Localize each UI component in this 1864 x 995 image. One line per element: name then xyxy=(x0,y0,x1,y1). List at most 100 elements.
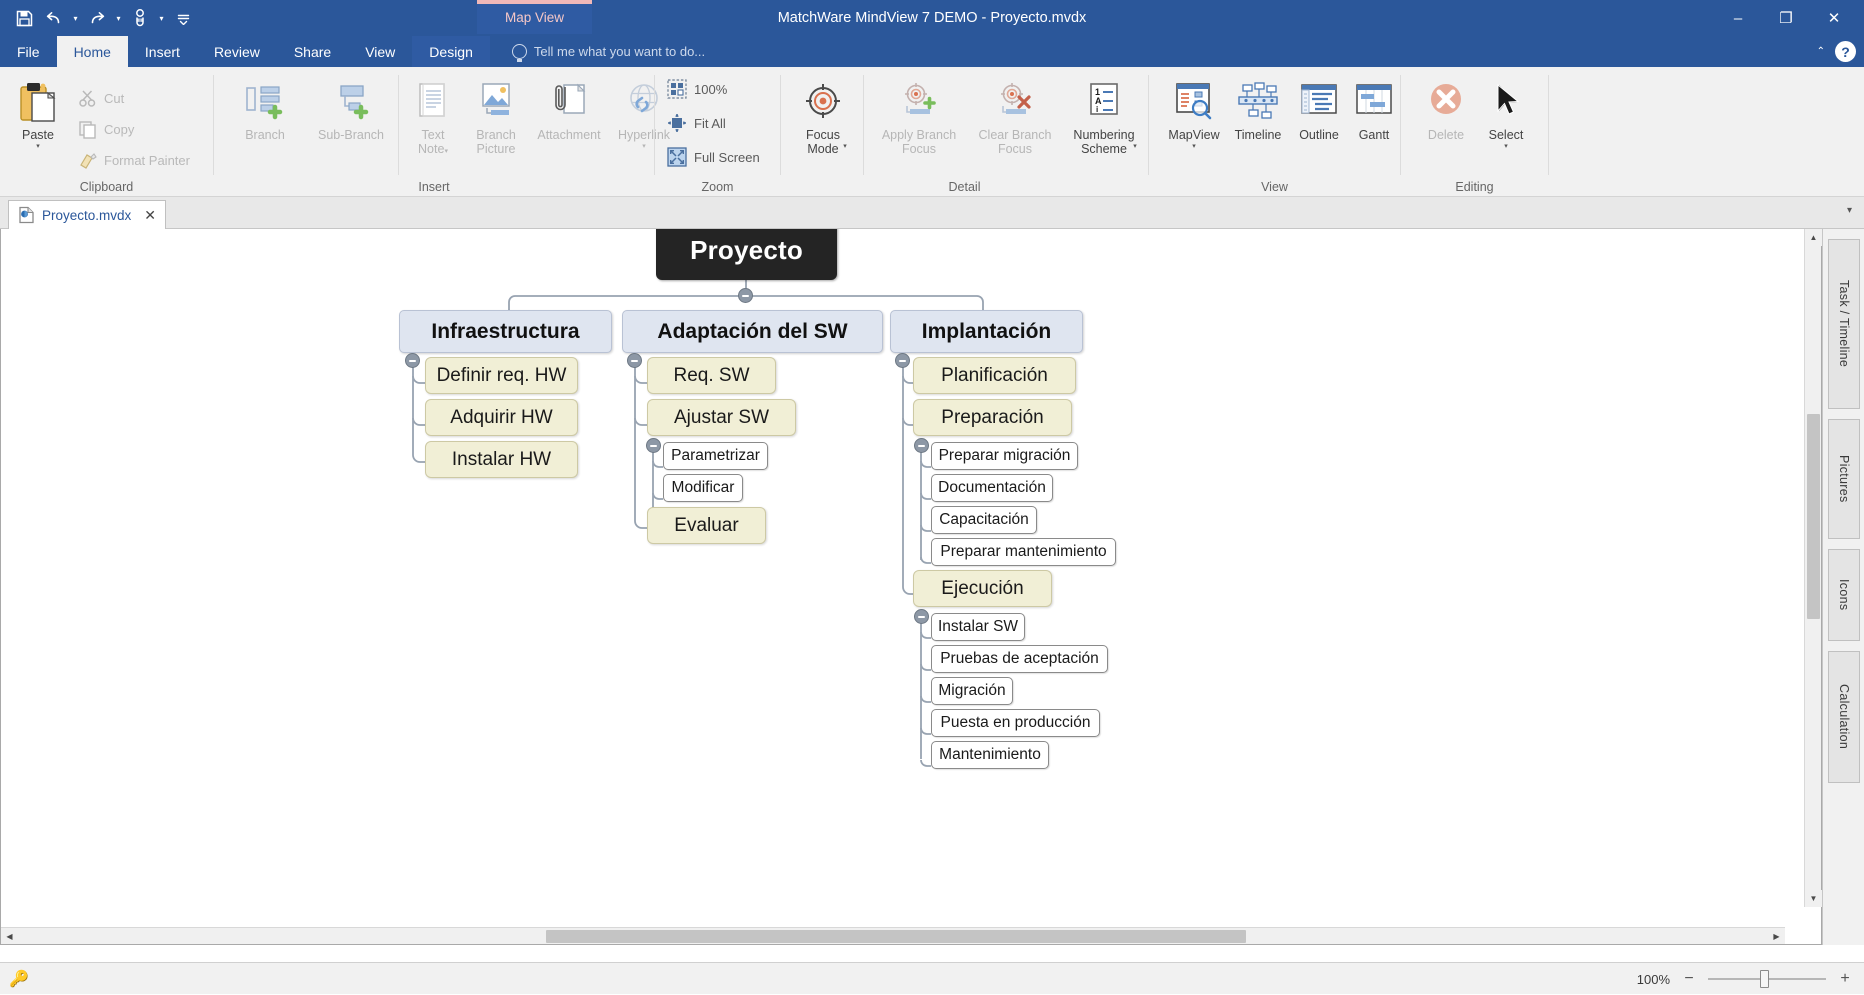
save-icon[interactable] xyxy=(10,4,38,32)
mindmap-node-capacitacion[interactable]: Capacitación xyxy=(931,506,1037,534)
mindmap-node-adquirir-hw[interactable]: Adquirir HW xyxy=(425,399,578,436)
restore-button[interactable]: ❐ xyxy=(1762,2,1810,34)
mindmap-node-parametrizar[interactable]: Parametrizar xyxy=(663,442,768,470)
zoom-out-button[interactable]: − xyxy=(1682,970,1696,988)
mindmap-node-definir-req-hw[interactable]: Definir req. HW xyxy=(425,357,578,394)
collapse-toggle-ejecucion[interactable] xyxy=(914,609,929,624)
tab-review[interactable]: Review xyxy=(197,36,277,67)
mindmap-node-pruebas-de-aceptacion[interactable]: Pruebas de aceptación xyxy=(931,645,1108,673)
collapse-toggle-root[interactable] xyxy=(738,288,753,303)
mindmap-node-migracion[interactable]: Migración xyxy=(931,677,1013,705)
timeline-button[interactable]: Timeline xyxy=(1227,81,1289,142)
undo-dropdown-caret[interactable]: ▾ xyxy=(70,14,81,23)
mindmap-node-implantacion[interactable]: Implantación xyxy=(890,310,1083,353)
zoom-100-button[interactable]: 100% xyxy=(667,79,727,99)
full-screen-button[interactable]: Full Screen xyxy=(667,147,760,167)
format-painter-button[interactable]: Format Painter xyxy=(78,151,190,170)
mindmap-canvas[interactable]: Proyecto Infraestructura Adaptación del … xyxy=(1,229,1785,907)
horizontal-scroll-thumb[interactable] xyxy=(546,930,1246,943)
zoom-in-button[interactable]: + xyxy=(1838,970,1852,988)
mindmap-node-ajustar-sw[interactable]: Ajustar SW xyxy=(647,399,796,436)
cut-button[interactable]: Cut xyxy=(78,89,124,108)
document-tab-proyecto[interactable]: Proyecto.mvdx ✕ xyxy=(8,200,166,229)
copy-button[interactable]: Copy xyxy=(78,120,134,139)
focus-mode-caret[interactable]: ▾ xyxy=(843,142,847,150)
redo-icon[interactable] xyxy=(83,4,111,32)
scroll-up-icon[interactable]: ▲ xyxy=(1805,229,1822,246)
tab-design[interactable]: Design xyxy=(412,36,490,67)
paste-button[interactable]: Paste ▾ xyxy=(10,79,66,150)
canvas-vertical-scrollbar[interactable]: ▲ ▼ xyxy=(1804,229,1821,907)
mindmap-node-root[interactable]: Proyecto xyxy=(656,229,837,280)
scroll-down-icon[interactable]: ▼ xyxy=(1805,890,1822,907)
key-icon[interactable]: 🔑 xyxy=(9,969,29,989)
mapview-caret[interactable]: ▾ xyxy=(1192,142,1196,150)
mindmap-node-req-sw[interactable]: Req. SW xyxy=(647,357,776,394)
mindmap-node-ejecucion[interactable]: Ejecución xyxy=(913,570,1052,607)
mindmap-node-mantenimiento[interactable]: Mantenimiento xyxy=(931,741,1049,769)
mindmap-node-infraestructura[interactable]: Infraestructura xyxy=(399,310,612,353)
minimize-button[interactable]: – xyxy=(1714,2,1762,34)
apply-branch-focus-button[interactable]: Apply Branch Focus xyxy=(871,81,967,156)
mindmap-node-planificacion[interactable]: Planificación xyxy=(913,357,1076,394)
mapview-button[interactable]: MapView ▾ xyxy=(1161,81,1227,150)
text-note-button[interactable]: Text Note▾ xyxy=(404,81,462,156)
attachment-button[interactable]: Attachment xyxy=(530,81,608,142)
touch-mode-icon[interactable] xyxy=(126,4,154,32)
close-icon[interactable]: ✕ xyxy=(144,207,156,224)
mindmap-node-puesta-en-produccion[interactable]: Puesta en producción xyxy=(931,709,1100,737)
clear-branch-focus-button[interactable]: Clear Branch Focus xyxy=(967,81,1063,156)
more-icon[interactable] xyxy=(169,4,197,32)
zoom-slider-thumb[interactable] xyxy=(1760,970,1769,988)
mindmap-node-instalar-hw[interactable]: Instalar HW xyxy=(425,441,578,478)
tell-me-search[interactable]: Tell me what you want to do... xyxy=(512,36,705,67)
text-note-caret[interactable]: ▾ xyxy=(444,148,448,155)
focus-mode-button[interactable]: Focus Mode ▾ xyxy=(791,81,855,150)
undo-icon[interactable] xyxy=(40,4,68,32)
redo-dropdown-caret[interactable]: ▾ xyxy=(113,14,124,23)
mindmap-node-preparar-migracion[interactable]: Preparar migración xyxy=(931,442,1078,470)
collapse-toggle-implantacion[interactable] xyxy=(895,353,910,368)
sub-branch-button[interactable]: Sub-Branch xyxy=(306,81,396,142)
scroll-right-icon[interactable]: ▶ xyxy=(1768,928,1785,945)
tab-insert[interactable]: Insert xyxy=(128,36,197,67)
vertical-scroll-thumb[interactable] xyxy=(1807,414,1820,619)
outline-button[interactable]: Outline xyxy=(1289,81,1349,142)
collapse-toggle-preparacion[interactable] xyxy=(914,438,929,453)
sidebar-item-task-timeline[interactable]: Task / Timeline xyxy=(1828,239,1860,409)
fit-all-button[interactable]: Fit All xyxy=(667,113,726,133)
mindmap-node-modificar[interactable]: Modificar xyxy=(663,474,743,502)
zoom-slider[interactable] xyxy=(1708,978,1826,980)
paste-caret[interactable]: ▾ xyxy=(36,142,40,150)
mindmap-node-documentacion[interactable]: Documentación xyxy=(931,474,1053,502)
numbering-scheme-caret[interactable]: ▾ xyxy=(1133,142,1137,150)
mindmap-node-preparacion[interactable]: Preparación xyxy=(913,399,1072,436)
mindmap-node-adaptacion-sw[interactable]: Adaptación del SW xyxy=(622,310,883,353)
collapse-toggle-infraestructura[interactable] xyxy=(405,353,420,368)
tab-view[interactable]: View xyxy=(348,36,412,67)
close-button[interactable]: ✕ xyxy=(1810,2,1858,34)
tab-share[interactable]: Share xyxy=(277,36,348,67)
delete-button[interactable]: Delete xyxy=(1415,81,1477,142)
collapse-toggle-ajustar-sw[interactable] xyxy=(646,438,661,453)
select-caret[interactable]: ▾ xyxy=(1504,142,1508,150)
sidebar-item-pictures[interactable]: Pictures xyxy=(1828,419,1860,539)
branch-picture-button[interactable]: Branch Picture xyxy=(462,81,530,156)
sidebar-item-calculation[interactable]: Calculation xyxy=(1828,651,1860,783)
tab-file[interactable]: File xyxy=(0,36,57,67)
gantt-button[interactable]: Gantt xyxy=(1349,81,1399,142)
canvas-horizontal-scrollbar[interactable]: ◀ ▶ xyxy=(1,927,1785,944)
scroll-left-icon[interactable]: ◀ xyxy=(1,928,18,945)
mindmap-node-preparar-mantenimiento[interactable]: Preparar mantenimiento xyxy=(931,538,1116,566)
touch-mode-dropdown-caret[interactable]: ▾ xyxy=(156,14,167,23)
chevron-down-icon[interactable]: ▾ xyxy=(1847,205,1852,216)
tab-home[interactable]: Home xyxy=(57,36,128,67)
numbering-scheme-button[interactable]: 1 A i Numbering Scheme ▾ xyxy=(1063,81,1145,150)
hyperlink-caret[interactable]: ▾ xyxy=(642,142,646,150)
help-icon[interactable]: ? xyxy=(1835,41,1856,62)
collapse-toggle-adaptacion-sw[interactable] xyxy=(627,353,642,368)
sidebar-item-icons[interactable]: Icons xyxy=(1828,549,1860,641)
branch-button[interactable]: Branch xyxy=(226,81,304,142)
mindmap-node-evaluar[interactable]: Evaluar xyxy=(647,507,766,544)
mindmap-node-instalar-sw[interactable]: Instalar SW xyxy=(931,613,1025,641)
